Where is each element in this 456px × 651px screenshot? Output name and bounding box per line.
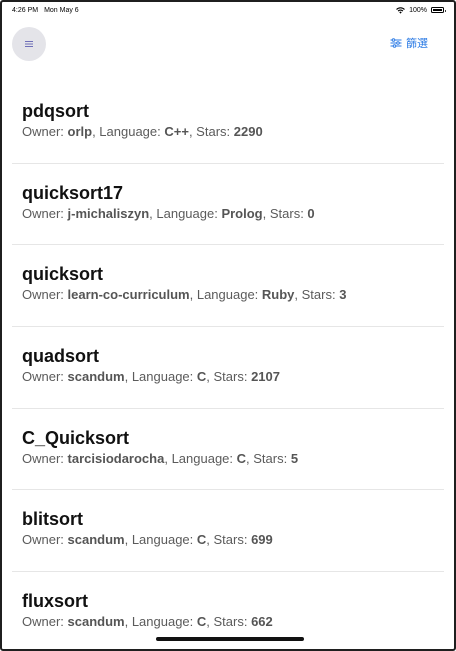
- language-label: , Language:: [149, 205, 222, 221]
- repo-name: quicksort17: [22, 182, 124, 203]
- status-date: Mon May 6: [44, 6, 79, 14]
- repo-meta: Owner: tarcisiodarocha, Language: C, Sta…: [22, 451, 454, 467]
- status-time: 4:26 PM: [12, 6, 39, 14]
- repo-language: C: [196, 614, 207, 630]
- repo-owner: scandum: [67, 369, 125, 385]
- repo-name: fluxsort: [22, 591, 89, 612]
- stars-label: , Stars:: [188, 124, 234, 139]
- repo-meta: Owner: orlp, Language: C++, Stars: 2290: [22, 124, 454, 140]
- list-item[interactable]: quicksort Owner: learn-co-curriculum, La…: [2, 245, 454, 327]
- repo-name: pdqsort: [22, 101, 89, 121]
- repo-owner: scandum: [67, 614, 125, 630]
- menu-icon: [25, 41, 33, 47]
- status-left: 4:26 PM Mon May 6: [12, 7, 79, 14]
- repo-owner: orlp: [67, 124, 93, 139]
- repo-list: pdqsort Owner: orlp, Language: C++, Star…: [2, 82, 454, 649]
- filter-label: 篩選: [406, 38, 428, 50]
- repo-stars: 3: [339, 287, 347, 303]
- list-item[interactable]: pdqsort Owner: orlp, Language: C++, Star…: [2, 82, 454, 164]
- language-label: , Language:: [124, 369, 197, 385]
- stars-label: , Stars:: [294, 287, 340, 303]
- repo-name: quadsort: [22, 346, 100, 367]
- repo-name: blitsort: [22, 509, 83, 530]
- status-bar: 4:26 PM Mon May 6 100%: [2, 2, 454, 18]
- repo-meta: Owner: learn-co-curriculum, Language: Ru…: [22, 287, 454, 303]
- battery-level: [433, 9, 442, 11]
- repo-meta: Owner: scandum, Language: C, Stars: 662: [22, 614, 454, 630]
- owner-label: Owner:: [22, 287, 68, 303]
- repo-stars: 5: [290, 450, 299, 466]
- owner-label: Owner:: [22, 124, 68, 139]
- stars-label: , Stars:: [206, 369, 252, 385]
- stars-label: , Stars:: [262, 205, 308, 221]
- nav-bar: 篩選: [2, 18, 454, 66]
- repo-language: C++: [164, 124, 189, 139]
- language-label: , Language:: [164, 450, 237, 466]
- repo-stars: 662: [251, 614, 273, 630]
- menu-button[interactable]: [12, 27, 46, 61]
- list-item[interactable]: quicksort17 Owner: j-michaliszyn, Langua…: [2, 164, 454, 246]
- repo-owner: tarcisiodarocha: [67, 450, 165, 466]
- stars-label: , Stars:: [246, 450, 291, 466]
- repo-owner: scandum: [67, 532, 125, 548]
- repo-language: Ruby: [261, 287, 295, 303]
- repo-stars: 0: [307, 205, 315, 221]
- list-item[interactable]: blitsort Owner: scandum, Language: C, St…: [2, 490, 454, 572]
- repo-language: C: [196, 369, 207, 385]
- owner-label: Owner:: [22, 205, 68, 221]
- list-item[interactable]: C_Quicksort Owner: tarcisiodarocha, Lang…: [2, 409, 454, 491]
- language-label: , Language:: [124, 532, 197, 548]
- owner-label: Owner:: [22, 614, 68, 630]
- stars-label: , Stars:: [206, 614, 252, 630]
- language-label: , Language:: [92, 124, 165, 139]
- wifi-icon: [396, 6, 405, 14]
- device-frame: 4:26 PM Mon May 6 100% 篩選 pdqsort Owner:…: [0, 0, 456, 651]
- home-indicator[interactable]: [156, 637, 304, 641]
- battery-icon: [431, 7, 446, 13]
- list-item[interactable]: quadsort Owner: scandum, Language: C, St…: [2, 327, 454, 409]
- stars-label: , Stars:: [206, 532, 252, 548]
- owner-label: Owner:: [22, 532, 68, 548]
- repo-language: C: [196, 532, 207, 548]
- owner-label: Owner:: [22, 450, 68, 466]
- repo-meta: Owner: scandum, Language: C, Stars: 2107: [22, 369, 454, 385]
- sliders-icon: [390, 38, 402, 48]
- language-label: , Language:: [189, 287, 262, 303]
- repo-name: quicksort: [22, 264, 104, 285]
- filter-button[interactable]: 篩選: [390, 35, 428, 51]
- repo-language: C: [236, 450, 247, 466]
- repo-name: C_Quicksort: [22, 427, 130, 448]
- repo-stars: 699: [251, 532, 273, 548]
- repo-owner: learn-co-curriculum: [67, 287, 190, 303]
- language-label: , Language:: [124, 614, 197, 630]
- repo-owner: j-michaliszyn: [67, 205, 150, 221]
- status-right: 100%: [396, 6, 446, 14]
- repo-language: Prolog: [221, 205, 263, 221]
- owner-label: Owner:: [22, 369, 68, 385]
- battery-percent: 100%: [409, 6, 427, 14]
- repo-stars: 2107: [251, 369, 280, 385]
- repo-meta: Owner: scandum, Language: C, Stars: 699: [22, 532, 454, 548]
- repo-meta: Owner: j-michaliszyn, Language: Prolog, …: [22, 206, 454, 222]
- repo-stars: 2290: [233, 124, 263, 139]
